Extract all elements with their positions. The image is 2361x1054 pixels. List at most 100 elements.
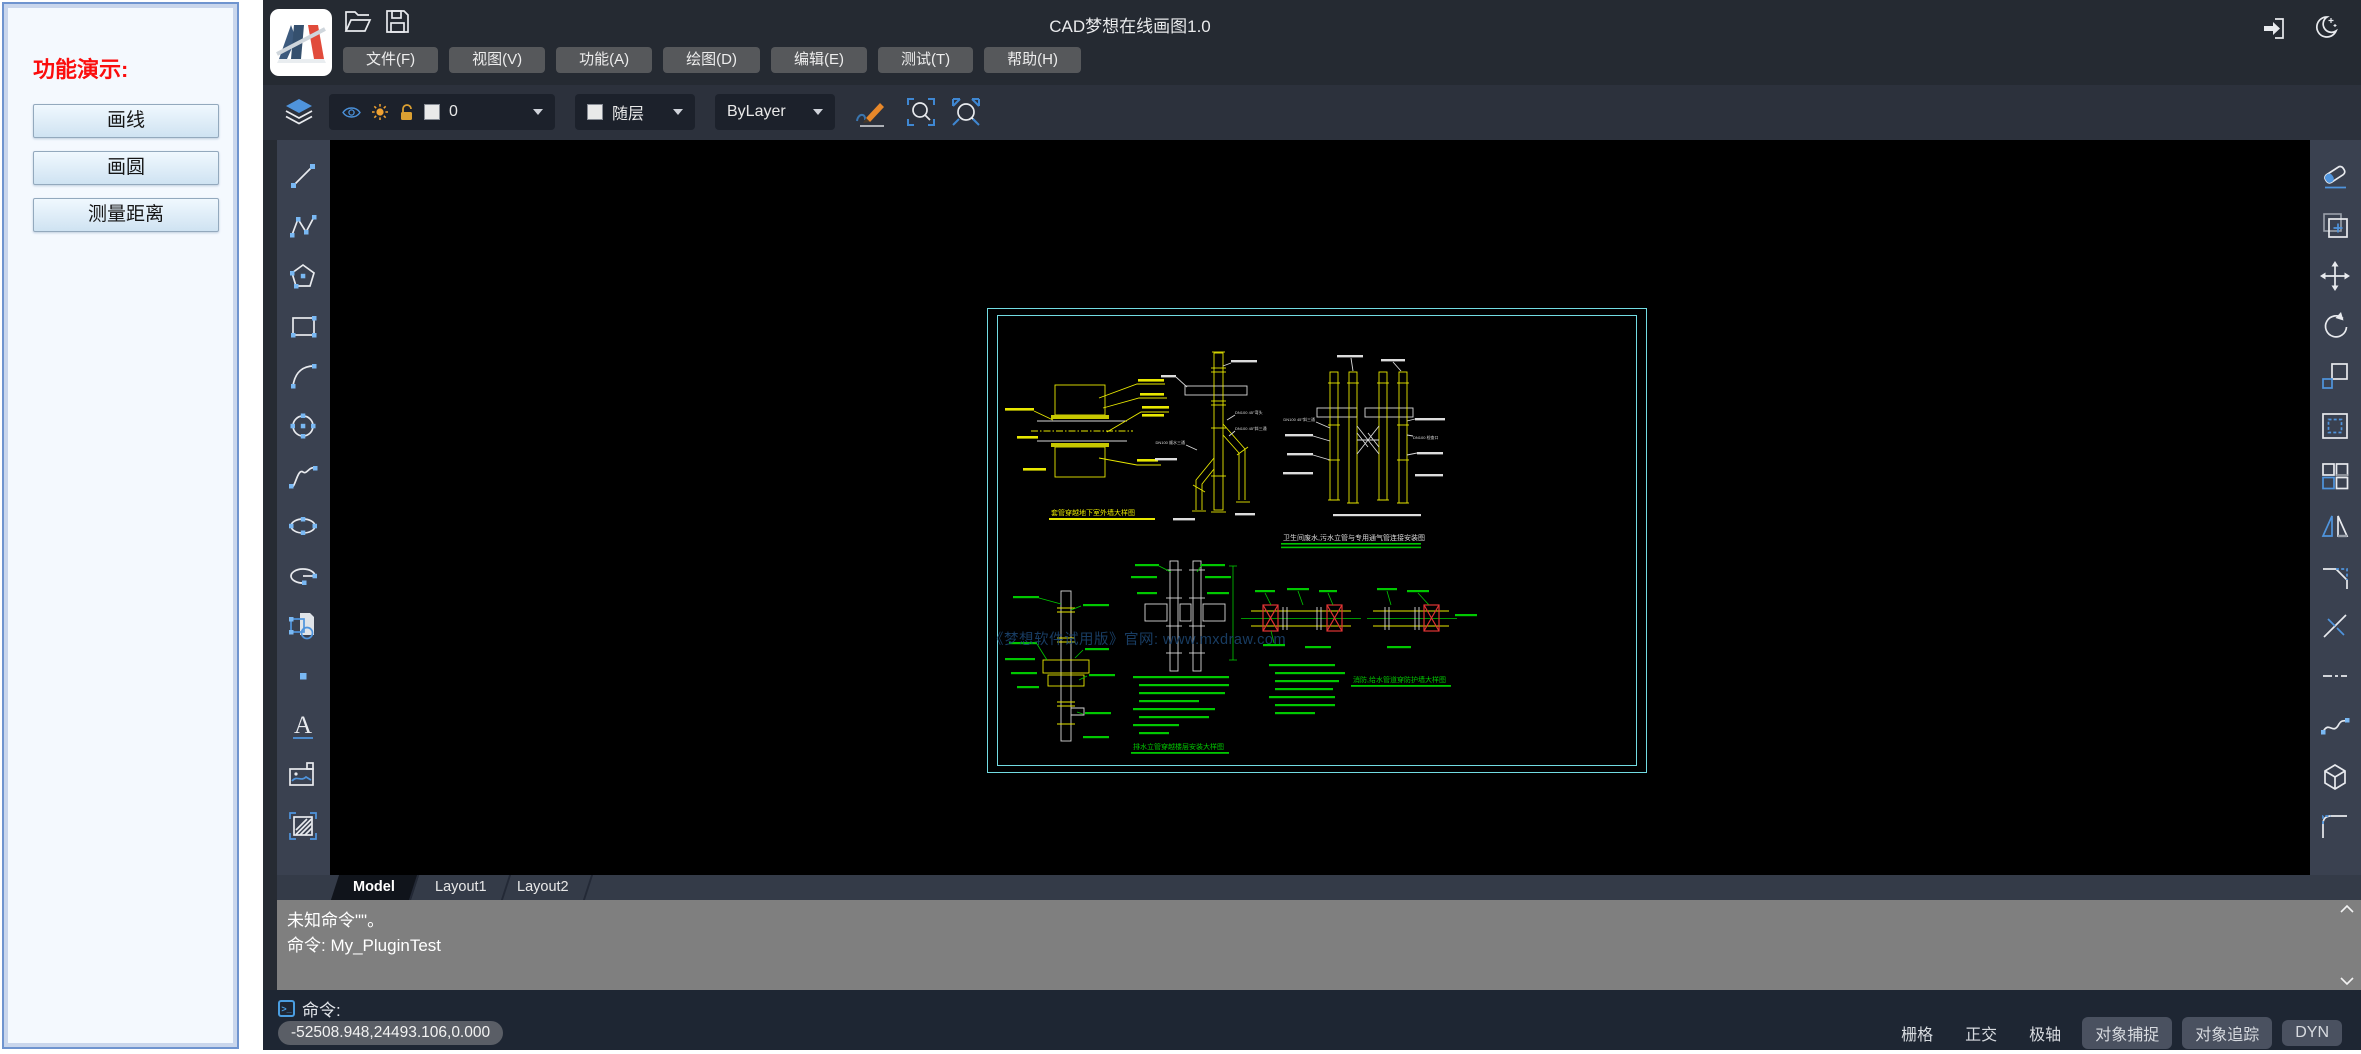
command-input[interactable]: >_ 命令:	[278, 996, 341, 1021]
tab-model[interactable]: Model	[331, 875, 419, 900]
insert-block-tool-button[interactable]	[287, 610, 319, 642]
line-tool-button[interactable]	[287, 160, 319, 192]
rectangle-tool-button[interactable]	[287, 310, 319, 342]
save-file-button[interactable]	[384, 8, 411, 40]
brightness-sun-icon	[371, 103, 389, 121]
hatch-tool-button[interactable]	[287, 810, 319, 842]
point-tool-button[interactable]	[287, 660, 319, 692]
draw-circle-button[interactable]: 画圆	[33, 151, 219, 185]
cube-3d-icon	[2319, 760, 2351, 792]
draw-palette: A	[277, 140, 330, 875]
erase-tool-button[interactable]	[2319, 160, 2351, 192]
menu-help[interactable]: 帮助(H)	[984, 47, 1081, 73]
open-file-button[interactable]	[343, 8, 373, 40]
image-tool-button[interactable]	[287, 760, 319, 792]
draw-line-button[interactable]: 画线	[33, 104, 219, 138]
menu-edit[interactable]: 编辑(E)	[771, 47, 867, 73]
toggle-ortho[interactable]: 正交	[1963, 1018, 1999, 1048]
circle-tool-button[interactable]	[287, 410, 319, 442]
svg-text:DN100 45°弯头: DN100 45°弯头	[1235, 409, 1263, 415]
orbit-3d-tool-button[interactable]	[2319, 760, 2351, 792]
scale-icon	[2319, 360, 2351, 392]
chevron-down-icon	[533, 109, 543, 115]
polyline-tool-button[interactable]	[287, 210, 319, 242]
polygon-tool-button[interactable]	[287, 260, 319, 292]
point-icon	[287, 660, 319, 692]
move-tool-button[interactable]	[2319, 260, 2351, 292]
visibility-eye-icon	[341, 105, 362, 120]
polyline-icon	[287, 210, 319, 242]
chamfer-icon	[2319, 560, 2351, 592]
polyline-edit-tool-button[interactable]	[2319, 710, 2351, 742]
menu-bar: 文件(F) 视图(V) 功能(A) 绘图(D) 编辑(E) 测试(T) 帮助(H…	[343, 47, 1081, 73]
toggle-otrack[interactable]: 对象追踪	[2182, 1017, 2272, 1049]
toggle-polar[interactable]: 极轴	[2027, 1018, 2063, 1048]
hatch-icon	[287, 810, 319, 842]
coordinates-readout: -52508.948,24493.106,0.000	[278, 1021, 503, 1045]
mxdraw-logo-icon	[270, 9, 332, 76]
demo-panel: 功能演示: 画线 画圆 测量距离	[2, 2, 239, 1049]
theme-toggle-button[interactable]	[2312, 14, 2338, 45]
copy-tool-button[interactable]	[2319, 210, 2351, 242]
open-folder-icon	[343, 8, 373, 35]
menu-view[interactable]: 视图(V)	[449, 47, 545, 73]
ellipse-tool-button[interactable]	[287, 510, 319, 542]
ellipse-arc-icon	[287, 560, 319, 592]
menu-test[interactable]: 测试(T)	[878, 47, 973, 73]
login-button[interactable]	[2261, 15, 2287, 46]
tab-layout2[interactable]: Layout2	[495, 875, 593, 900]
toggle-osnap[interactable]: 对象捕捉	[2082, 1017, 2172, 1049]
history-line: 命令: My_PluginTest	[287, 933, 2351, 958]
current-linetype-value: ByLayer	[727, 103, 786, 121]
toggle-dyn[interactable]: DYN	[2282, 1020, 2342, 1046]
text-icon: A	[287, 710, 319, 742]
title-fire: 消防,给水管道穿防护墙大样图	[1353, 675, 1446, 684]
app-logo	[270, 9, 332, 76]
fillet-tool-button[interactable]	[2319, 810, 2351, 842]
fillet-icon	[2319, 810, 2351, 842]
detail-waste-stack: DN100 45°弯头 DN100 45°斜三通 DN100 顺水三通	[1155, 352, 1267, 520]
array-tool-button[interactable]	[2319, 460, 2351, 492]
menu-function[interactable]: 功能(A)	[556, 47, 652, 73]
svg-text:A: A	[294, 712, 312, 739]
mirror-tool-button[interactable]	[2319, 510, 2351, 542]
color-dropdown[interactable]: 随层	[575, 94, 695, 130]
trim-icon	[2319, 610, 2351, 642]
scale-tool-button[interactable]	[2319, 360, 2351, 392]
svg-text:DN100 顺水三通: DN100 顺水三通	[1155, 439, 1185, 445]
zoom-extents-button[interactable]	[949, 95, 983, 134]
watermark-text: 《梦想软件试用版》官网: www.mxdraw.com	[989, 631, 1286, 648]
model-canvas[interactable]: 套管穿越地下室外墙大样图	[330, 140, 2310, 875]
layers-button[interactable]	[283, 97, 315, 132]
line-icon	[287, 160, 319, 192]
layer-dropdown[interactable]: 0	[329, 94, 555, 130]
detail-vent-connection: DN100 45°斜三通 DN100 检查口 卫生间废水,污水立管与专用通气管连…	[1281, 355, 1445, 548]
ellipse-icon	[287, 510, 319, 542]
linetype-tool-button[interactable]	[2319, 660, 2351, 692]
scroll-up-icon[interactable]	[2339, 904, 2355, 914]
scroll-down-icon[interactable]	[2339, 976, 2355, 986]
offset-tool-button[interactable]	[2319, 410, 2351, 442]
menu-draw[interactable]: 绘图(D)	[663, 47, 760, 73]
measure-distance-button[interactable]: 测量距离	[33, 198, 219, 232]
status-bar: >_ 命令: -52508.948,24493.106,0.000 栅格 正交 …	[263, 990, 2361, 1050]
free-draw-button[interactable]	[853, 95, 889, 134]
title-vent-connection: 卫生间废水,污水立管与专用通气管连接安装图	[1283, 533, 1425, 542]
moon-stars-icon	[2312, 14, 2338, 40]
rotate-tool-button[interactable]	[2319, 310, 2351, 342]
spline-tool-button[interactable]	[287, 460, 319, 492]
text-tool-button[interactable]: A	[287, 710, 319, 742]
trim-tool-button[interactable]	[2319, 610, 2351, 642]
app-title: CAD梦想在线画图1.0	[980, 12, 1280, 37]
zoom-window-button[interactable]	[904, 95, 938, 134]
move-icon	[2319, 260, 2351, 292]
linetype-dropdown[interactable]: ByLayer	[715, 94, 835, 130]
rectangle-icon	[287, 310, 319, 342]
menu-file[interactable]: 文件(F)	[343, 47, 438, 73]
svg-text:DN100 检查口: DN100 检查口	[1413, 434, 1439, 440]
ellipse-arc-tool-button[interactable]	[287, 560, 319, 592]
arc-tool-button[interactable]	[287, 360, 319, 392]
chamfer-tool-button[interactable]	[2319, 560, 2351, 592]
toggle-grid[interactable]: 栅格	[1899, 1018, 1935, 1048]
command-history[interactable]: 未知命令""。 命令: My_PluginTest	[277, 900, 2361, 990]
